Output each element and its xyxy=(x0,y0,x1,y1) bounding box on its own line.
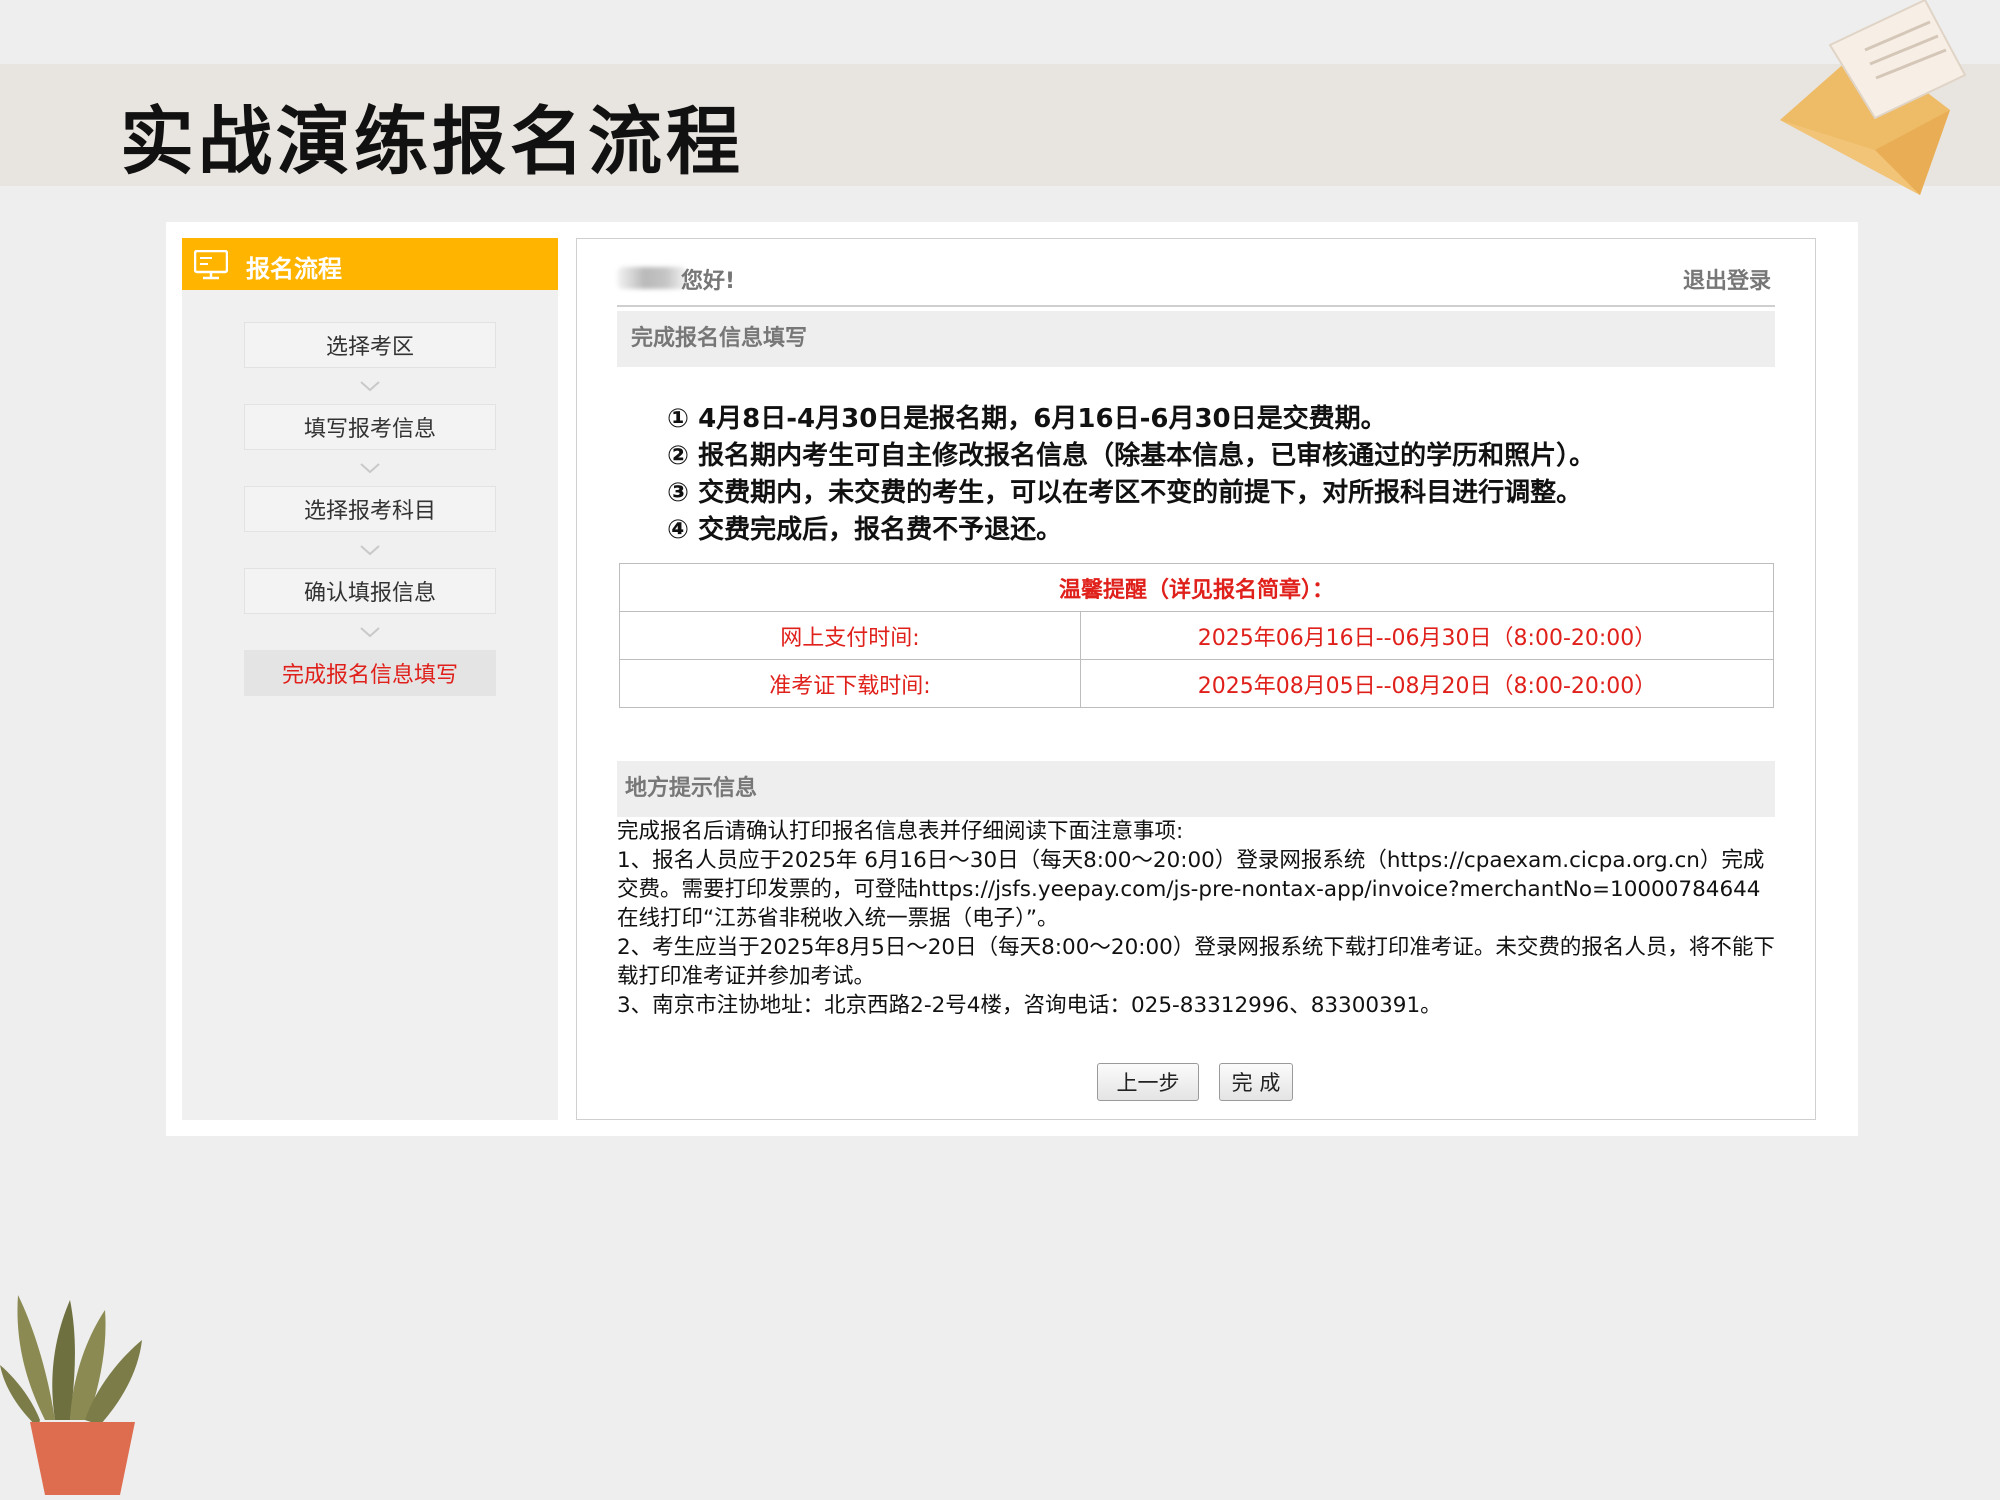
sidebar-header: 报名流程 xyxy=(182,238,558,290)
local-info-line: 3、南京市注协地址：北京西路2-2号4楼，咨询电话：025-83312996、8… xyxy=(617,993,1442,1018)
chevron-down-icon xyxy=(244,614,496,650)
logout-link[interactable]: 退出登录 xyxy=(1683,263,1771,295)
greeting: 您好! xyxy=(681,269,736,294)
step-select-subjects[interactable]: 选择报考科目 xyxy=(244,486,496,532)
section-title-bar: 完成报名信息填写 xyxy=(617,311,1775,367)
notice-list: ① 4月8日-4月30日是报名期，6月16日-6月30日是交费期。 ② 报名期内… xyxy=(667,401,1767,549)
local-info-line: 2、考生应当于2025年8月5日～20日（每天8:00～20:00）登录网报系统… xyxy=(617,935,1775,989)
notice-item: ④ 交费完成后，报名费不予退还。 xyxy=(667,515,1063,545)
local-info-bar: 地方提示信息 xyxy=(617,761,1775,817)
prev-step-button[interactable]: 上一步 xyxy=(1097,1063,1199,1101)
greeting-row: 您好! 退出登录 xyxy=(617,249,1775,307)
sidebar: 报名流程 选择考区 填写报考信息 选择报考科目 确认填报信息 完成报名信息填写 xyxy=(182,238,558,1120)
envelope-icon xyxy=(1780,0,1967,195)
payment-time-label: 网上支付时间: xyxy=(619,611,1081,660)
plant-icon xyxy=(0,1295,142,1495)
chevron-down-icon xyxy=(244,368,496,404)
reminder-table: 温馨提醒（详见报名简章）： 网上支付时间: 2025年06月16日--06月30… xyxy=(618,563,1775,708)
notice-item: ③ 交费期内，未交费的考生，可以在考区不变的前提下，对所报科目进行调整。 xyxy=(667,478,1583,508)
step-confirm-info[interactable]: 确认填报信息 xyxy=(244,568,496,614)
sidebar-title: 报名流程 xyxy=(246,255,342,283)
local-info-line: 1、报名人员应于2025年 6月16日～30日（每天8:00～20:00）登录网… xyxy=(617,848,1765,931)
main-panel: 您好! 退出登录 完成报名信息填写 ① 4月8日-4月30日是报名期，6月16日… xyxy=(576,238,1816,1120)
table-row: 准考证下载时间: 2025年08月05日--08月20日（8:00-20:00） xyxy=(619,659,1775,708)
chevron-down-icon xyxy=(244,532,496,568)
registration-card: 报名流程 选择考区 填写报考信息 选择报考科目 确认填报信息 完成报名信息填写 … xyxy=(166,222,1858,1136)
slide-title: 实战演练报名流程 xyxy=(120,99,744,185)
admission-download-value: 2025年08月05日--08月20日（8:00-20:00） xyxy=(1079,659,1775,708)
monitor-icon xyxy=(194,250,228,280)
step-select-region[interactable]: 选择考区 xyxy=(244,322,496,368)
local-info-text: 完成报名后请确认打印报名信息表并仔细阅读下面注意事项: 1、报名人员应于2025… xyxy=(617,817,1777,1020)
chevron-down-icon xyxy=(244,450,496,486)
step-list: 选择考区 填写报考信息 选择报考科目 确认填报信息 完成报名信息填写 xyxy=(244,322,496,696)
local-info-line: 完成报名后请确认打印报名信息表并仔细阅读下面注意事项: xyxy=(617,819,1184,844)
notice-item: ① 4月8日-4月30日是报名期，6月16日-6月30日是交费期。 xyxy=(667,404,1387,434)
admission-download-label: 准考证下载时间: xyxy=(619,659,1081,708)
step-complete-registration[interactable]: 完成报名信息填写 xyxy=(244,650,496,696)
reminder-header: 温馨提醒（详见报名简章）： xyxy=(618,563,1775,612)
finish-button[interactable]: 完 成 xyxy=(1219,1063,1293,1101)
step-fill-info[interactable]: 填写报考信息 xyxy=(244,404,496,450)
blurred-username xyxy=(617,267,687,289)
notice-item: ② 报名期内考生可自主修改报名信息（除基本信息，已审核通过的学历和照片）。 xyxy=(667,441,1596,471)
table-row: 网上支付时间: 2025年06月16日--06月30日（8:00-20:00） xyxy=(619,611,1775,660)
payment-time-value: 2025年06月16日--06月30日（8:00-20:00） xyxy=(1079,611,1775,660)
